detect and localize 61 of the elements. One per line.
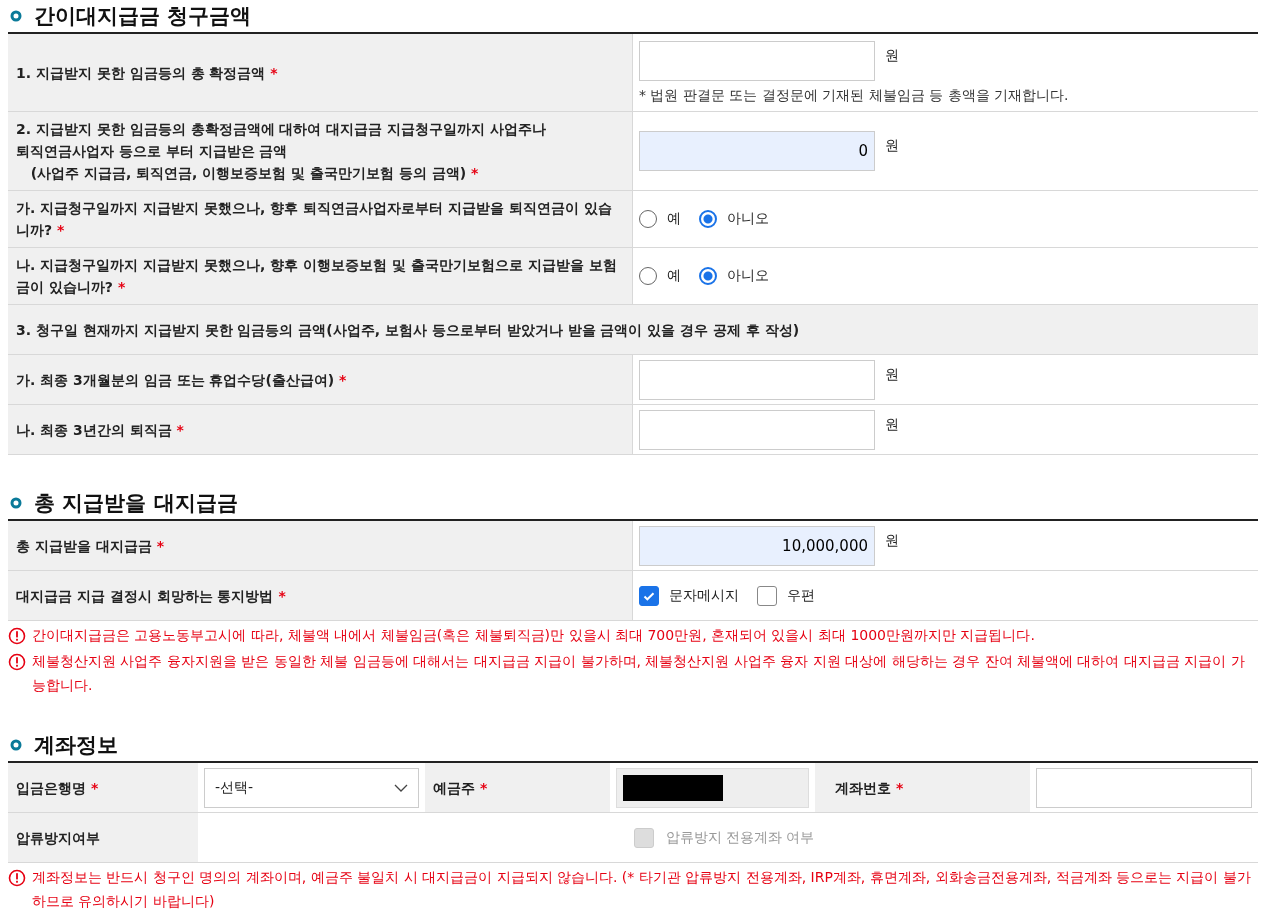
field-label: 가. 최종 3개월분의 임금 또는 휴업수당(출산급여) * xyxy=(8,355,633,404)
required-mark: * xyxy=(176,421,184,438)
field-label: 예금주 * xyxy=(425,763,610,812)
radio-button[interactable] xyxy=(699,210,717,228)
section-subheading: 3. 청구일 현재까지 지급받지 못한 임금등의 금액(사업주, 보험사 등으로부터 받았거나 받을 금액이 있을 경우 공제 후 작성) xyxy=(8,305,1258,354)
option-label: 예 xyxy=(667,210,681,228)
field-label: 총 지급받을 대지급금 * xyxy=(8,521,633,570)
warning-text: 체불청산지원 사업주 융자지원을 받은 동일한 체불 임금등에 대해서는 대지급금 지급이 불가하며, 체불청산지원 사업주 융자 지원 대상에 해당하는 경우 잔여 체불액에 대하여 대지급금 지급이 가능합니다. xyxy=(32,652,1246,695)
bullet-icon xyxy=(10,10,22,22)
required-mark: * xyxy=(90,779,99,796)
amount-input[interactable]: 0 xyxy=(639,131,875,171)
required-mark: * xyxy=(895,779,904,796)
bank-select[interactable]: -선택- xyxy=(204,767,419,808)
account-number-input[interactable] xyxy=(1036,767,1252,808)
required-mark: * xyxy=(339,371,347,388)
warning-icon xyxy=(8,627,26,645)
radio-button[interactable] xyxy=(699,267,717,285)
option-label: 아니오 xyxy=(727,210,769,228)
field-label: 가. 지급청구일까지 지급받지 못했으나, 향후 퇴직연금사업자로부터 지급받을 퇴직연금이 있습니까? * xyxy=(8,191,633,247)
bullet-icon xyxy=(10,739,22,751)
amount-input[interactable] xyxy=(639,359,875,400)
unit-label: 원 xyxy=(885,364,899,384)
warning-icon xyxy=(8,653,26,671)
required-mark: * xyxy=(117,279,126,295)
required-mark: * xyxy=(479,779,488,796)
field-label: 나. 지급청구일까지 지급받지 못했으나, 향후 이행보증보험 및 출국만기보험으로 지급받을 보험금이 있습니까? * xyxy=(8,248,633,304)
field-label: 대지급금 지급 결정시 회망하는 통지방법 * xyxy=(8,571,633,620)
hint-text: * 법원 판결문 또는 결정문에 기재된 체불임금 등 총액을 기재합니다. xyxy=(639,85,1070,105)
field-label: 1. 지급받지 못한 임금등의 총 확정금액 * xyxy=(8,34,633,111)
option-label: 문자메시지 xyxy=(669,586,739,605)
amount-input[interactable] xyxy=(639,409,875,450)
option-label: 압류방지 전용계좌 여부 xyxy=(665,828,815,847)
field-label: 입금은행명 * xyxy=(8,763,198,812)
bullet-icon xyxy=(10,497,22,509)
required-mark: * xyxy=(278,587,286,604)
warning-text: 계좌정보는 반드시 청구인 명의의 계좌이며, 예금주 불일치 시 대지급금이 지급되지 않습니다. (* 타기관 압류방지 전용계좌, IRP계좌, 휴면계좌, 외화송금전용계좌, 적금계좌 등으로는 지급이 불가하므로 유의하시기 바랍니다) xyxy=(32,868,1252,911)
field-label: 2. 지급받지 못한 임금등의 총확정금액에 대하여 대지급금 지급청구일까지 사업주나 퇴직연금사업자 등으로 부터 지급받은 금액 (사업주 지급금, 퇴직연금, 이행보증보험 및 출국만기보험 등의 금액) * xyxy=(8,112,633,190)
required-mark: * xyxy=(471,165,479,181)
unit-label: 원 xyxy=(885,45,899,65)
checkbox[interactable] xyxy=(757,585,777,606)
field-label: 압류방지여부 xyxy=(8,813,198,862)
chevron-down-icon xyxy=(394,783,408,792)
option-label: 우편 xyxy=(787,586,815,605)
unit-label: 원 xyxy=(885,136,899,155)
warning-text: 간이대지급금은 고용노동부고시에 따라, 체불액 내에서 체불임금(혹은 체불퇴직금)만 있을시 최대 700만원, 혼재되어 있을시 최대 1000만원까지만 지급됩니다. xyxy=(32,626,1035,645)
warning-icon xyxy=(8,869,26,887)
amount-input[interactable] xyxy=(639,40,875,81)
checkbox[interactable] xyxy=(639,585,659,606)
option-label: 아니오 xyxy=(727,267,769,285)
section-title: 계좌정보 xyxy=(34,732,118,759)
unit-label: 원 xyxy=(885,530,899,550)
required-mark: * xyxy=(156,537,164,554)
unit-label: 원 xyxy=(885,414,899,434)
section-title: 간이대지급금 청구금액 xyxy=(34,3,252,30)
option-label: 예 xyxy=(667,267,681,285)
required-mark: * xyxy=(57,222,65,238)
field-label: 나. 최종 3년간의 퇴직금 * xyxy=(8,405,633,454)
required-mark: * xyxy=(270,64,278,81)
section-title: 총 지급받을 대지급금 xyxy=(34,490,238,517)
amount-input[interactable]: 10,000,000 xyxy=(639,525,875,566)
field-label: 계좌번호 * xyxy=(815,763,1030,812)
